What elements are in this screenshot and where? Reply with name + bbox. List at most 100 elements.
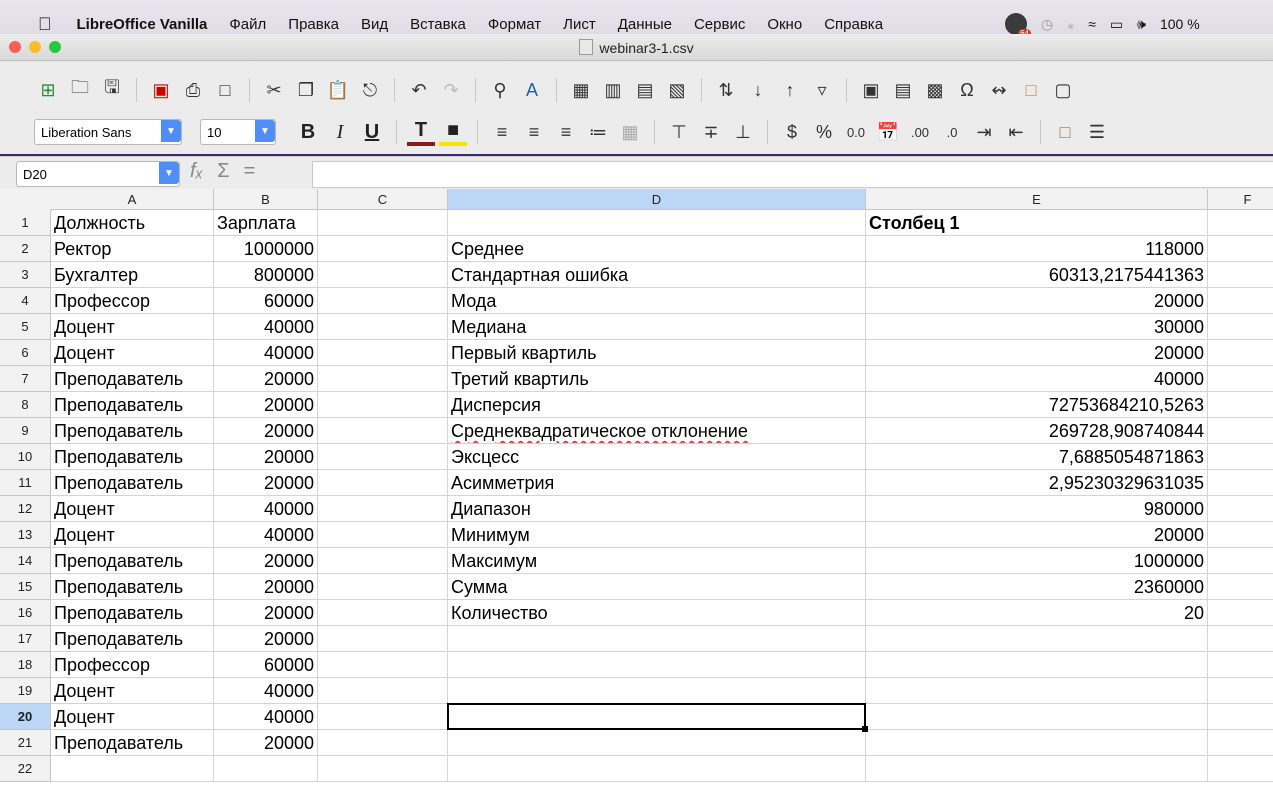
find-replace-icon[interactable]: ⚲ <box>486 76 514 104</box>
cell-e14[interactable]: 1000000 <box>866 548 1208 574</box>
cell-e9[interactable]: 269728,908740844 <box>866 418 1208 444</box>
row-header[interactable]: 21 <box>0 730 51 756</box>
cell-b17[interactable]: 20000 <box>214 626 318 652</box>
font-color-icon[interactable]: T <box>407 119 435 146</box>
cell-b10[interactable]: 20000 <box>214 444 318 470</box>
cell-c22[interactable] <box>318 756 448 782</box>
column-header-d[interactable]: D <box>448 189 866 210</box>
print-preview-icon[interactable]: □ <box>211 76 239 104</box>
cell-a9[interactable]: Преподаватель <box>51 418 214 444</box>
battery-percent[interactable]: 100 % <box>1160 16 1200 32</box>
font-name-combo[interactable]: Liberation Sans ▼ <box>34 119 182 145</box>
increase-indent-icon[interactable]: ⇥ <box>970 118 998 146</box>
align-middle-icon[interactable]: ∓ <box>697 118 725 146</box>
cell-b15[interactable]: 20000 <box>214 574 318 600</box>
bold-icon[interactable]: B <box>294 121 322 144</box>
cell-b18[interactable]: 60000 <box>214 652 318 678</box>
cell-f19[interactable] <box>1208 678 1273 704</box>
cell-a6[interactable]: Доцент <box>51 340 214 366</box>
cell-d4[interactable]: Мода <box>448 288 866 314</box>
cell-b12[interactable]: 40000 <box>214 496 318 522</box>
cell-c9[interactable] <box>318 418 448 444</box>
align-left-icon[interactable]: ≡ <box>488 118 516 146</box>
comment-icon[interactable]: □ <box>1017 76 1045 104</box>
cell-a14[interactable]: Преподаватель <box>51 548 214 574</box>
cell-f6[interactable] <box>1208 340 1273 366</box>
time-machine-icon[interactable]: ◷ <box>1041 16 1053 33</box>
menu-edit[interactable]: Правка <box>277 16 350 33</box>
borders-icon[interactable]: □ <box>1051 118 1079 146</box>
redo-icon[interactable]: ↷ <box>437 76 465 104</box>
cell-a11[interactable]: Преподаватель <box>51 470 214 496</box>
cell-d21[interactable] <box>448 730 866 756</box>
cell-c15[interactable] <box>318 574 448 600</box>
cell-b20[interactable]: 40000 <box>214 704 318 730</box>
menu-data[interactable]: Данные <box>607 16 683 33</box>
autofill-handle[interactable] <box>862 726 868 732</box>
currency-format-icon[interactable]: $ <box>778 118 806 146</box>
print-icon[interactable]: ⎙ <box>179 76 207 104</box>
menu-help[interactable]: Справка <box>813 16 894 33</box>
volume-icon[interactable]: 🕪 <box>1137 16 1146 33</box>
cell-f14[interactable] <box>1208 548 1273 574</box>
cell-d17[interactable] <box>448 626 866 652</box>
cell-a13[interactable]: Доцент <box>51 522 214 548</box>
cell-f15[interactable] <box>1208 574 1273 600</box>
cell-b19[interactable]: 40000 <box>214 678 318 704</box>
cell-a20[interactable]: Доцент <box>51 704 214 730</box>
wifi-icon[interactable]: ≈ <box>1088 16 1096 32</box>
function-wizard-icon[interactable]: fₓ <box>190 160 203 183</box>
decrease-indent-icon[interactable]: ⇤ <box>1002 118 1030 146</box>
cell-b21[interactable]: 20000 <box>214 730 318 756</box>
special-character-icon[interactable]: Ω <box>953 76 981 104</box>
cell-a21[interactable]: Преподаватель <box>51 730 214 756</box>
cell-b22[interactable] <box>214 756 318 782</box>
row-header[interactable]: 22 <box>0 756 51 782</box>
row-header[interactable]: 3 <box>0 262 51 288</box>
sort-icon[interactable]: ⇅ <box>712 76 740 104</box>
cell-b3[interactable]: 800000 <box>214 262 318 288</box>
cell-f7[interactable] <box>1208 366 1273 392</box>
cell-e17[interactable] <box>866 626 1208 652</box>
menu-file[interactable]: Файл <box>218 16 277 33</box>
cell-c6[interactable] <box>318 340 448 366</box>
cell-d16[interactable]: Количество <box>448 600 866 626</box>
cell-e22[interactable] <box>866 756 1208 782</box>
cell-d15[interactable]: Сумма <box>448 574 866 600</box>
cell-f18[interactable] <box>1208 652 1273 678</box>
cell-a5[interactable]: Доцент <box>51 314 214 340</box>
save-icon[interactable]: 🖫 <box>98 76 126 104</box>
cell-e13[interactable]: 20000 <box>866 522 1208 548</box>
row-header[interactable]: 7 <box>0 366 51 392</box>
apple-menu-icon[interactable]:  <box>0 14 66 35</box>
row-header[interactable]: 12 <box>0 496 51 522</box>
column-header-a[interactable]: A <box>51 189 214 210</box>
cell-e5[interactable]: 30000 <box>866 314 1208 340</box>
cell-d22[interactable] <box>448 756 866 782</box>
cell-f4[interactable] <box>1208 288 1273 314</box>
cell-a19[interactable]: Доцент <box>51 678 214 704</box>
cell-f9[interactable] <box>1208 418 1273 444</box>
clone-formatting-icon[interactable]: ⎋ <box>356 76 384 104</box>
cell-f16[interactable] <box>1208 600 1273 626</box>
cell-f21[interactable] <box>1208 730 1273 756</box>
cell-c11[interactable] <box>318 470 448 496</box>
cell-e16[interactable]: 20 <box>866 600 1208 626</box>
cell-d6[interactable]: Первый квартиль <box>448 340 866 366</box>
cell-d8[interactable]: Дисперсия <box>448 392 866 418</box>
italic-icon[interactable]: I <box>326 121 354 144</box>
copy-icon[interactable]: ❐ <box>292 76 320 104</box>
cell-f3[interactable] <box>1208 262 1273 288</box>
cell-b5[interactable]: 40000 <box>214 314 318 340</box>
cell-f22[interactable] <box>1208 756 1273 782</box>
cell-f13[interactable] <box>1208 522 1273 548</box>
cell-a10[interactable]: Преподаватель <box>51 444 214 470</box>
row-header[interactable]: 16 <box>0 600 51 626</box>
cell-d11[interactable]: Асимметрия <box>448 470 866 496</box>
sort-ascending-icon[interactable]: ↓ <box>744 76 772 104</box>
cut-icon[interactable]: ✂ <box>260 76 288 104</box>
highlight-color-icon[interactable]: ■ <box>439 119 467 146</box>
column-header-c[interactable]: C <box>318 189 448 210</box>
cell-b1[interactable]: Зарплата <box>214 210 318 236</box>
cell-c8[interactable] <box>318 392 448 418</box>
